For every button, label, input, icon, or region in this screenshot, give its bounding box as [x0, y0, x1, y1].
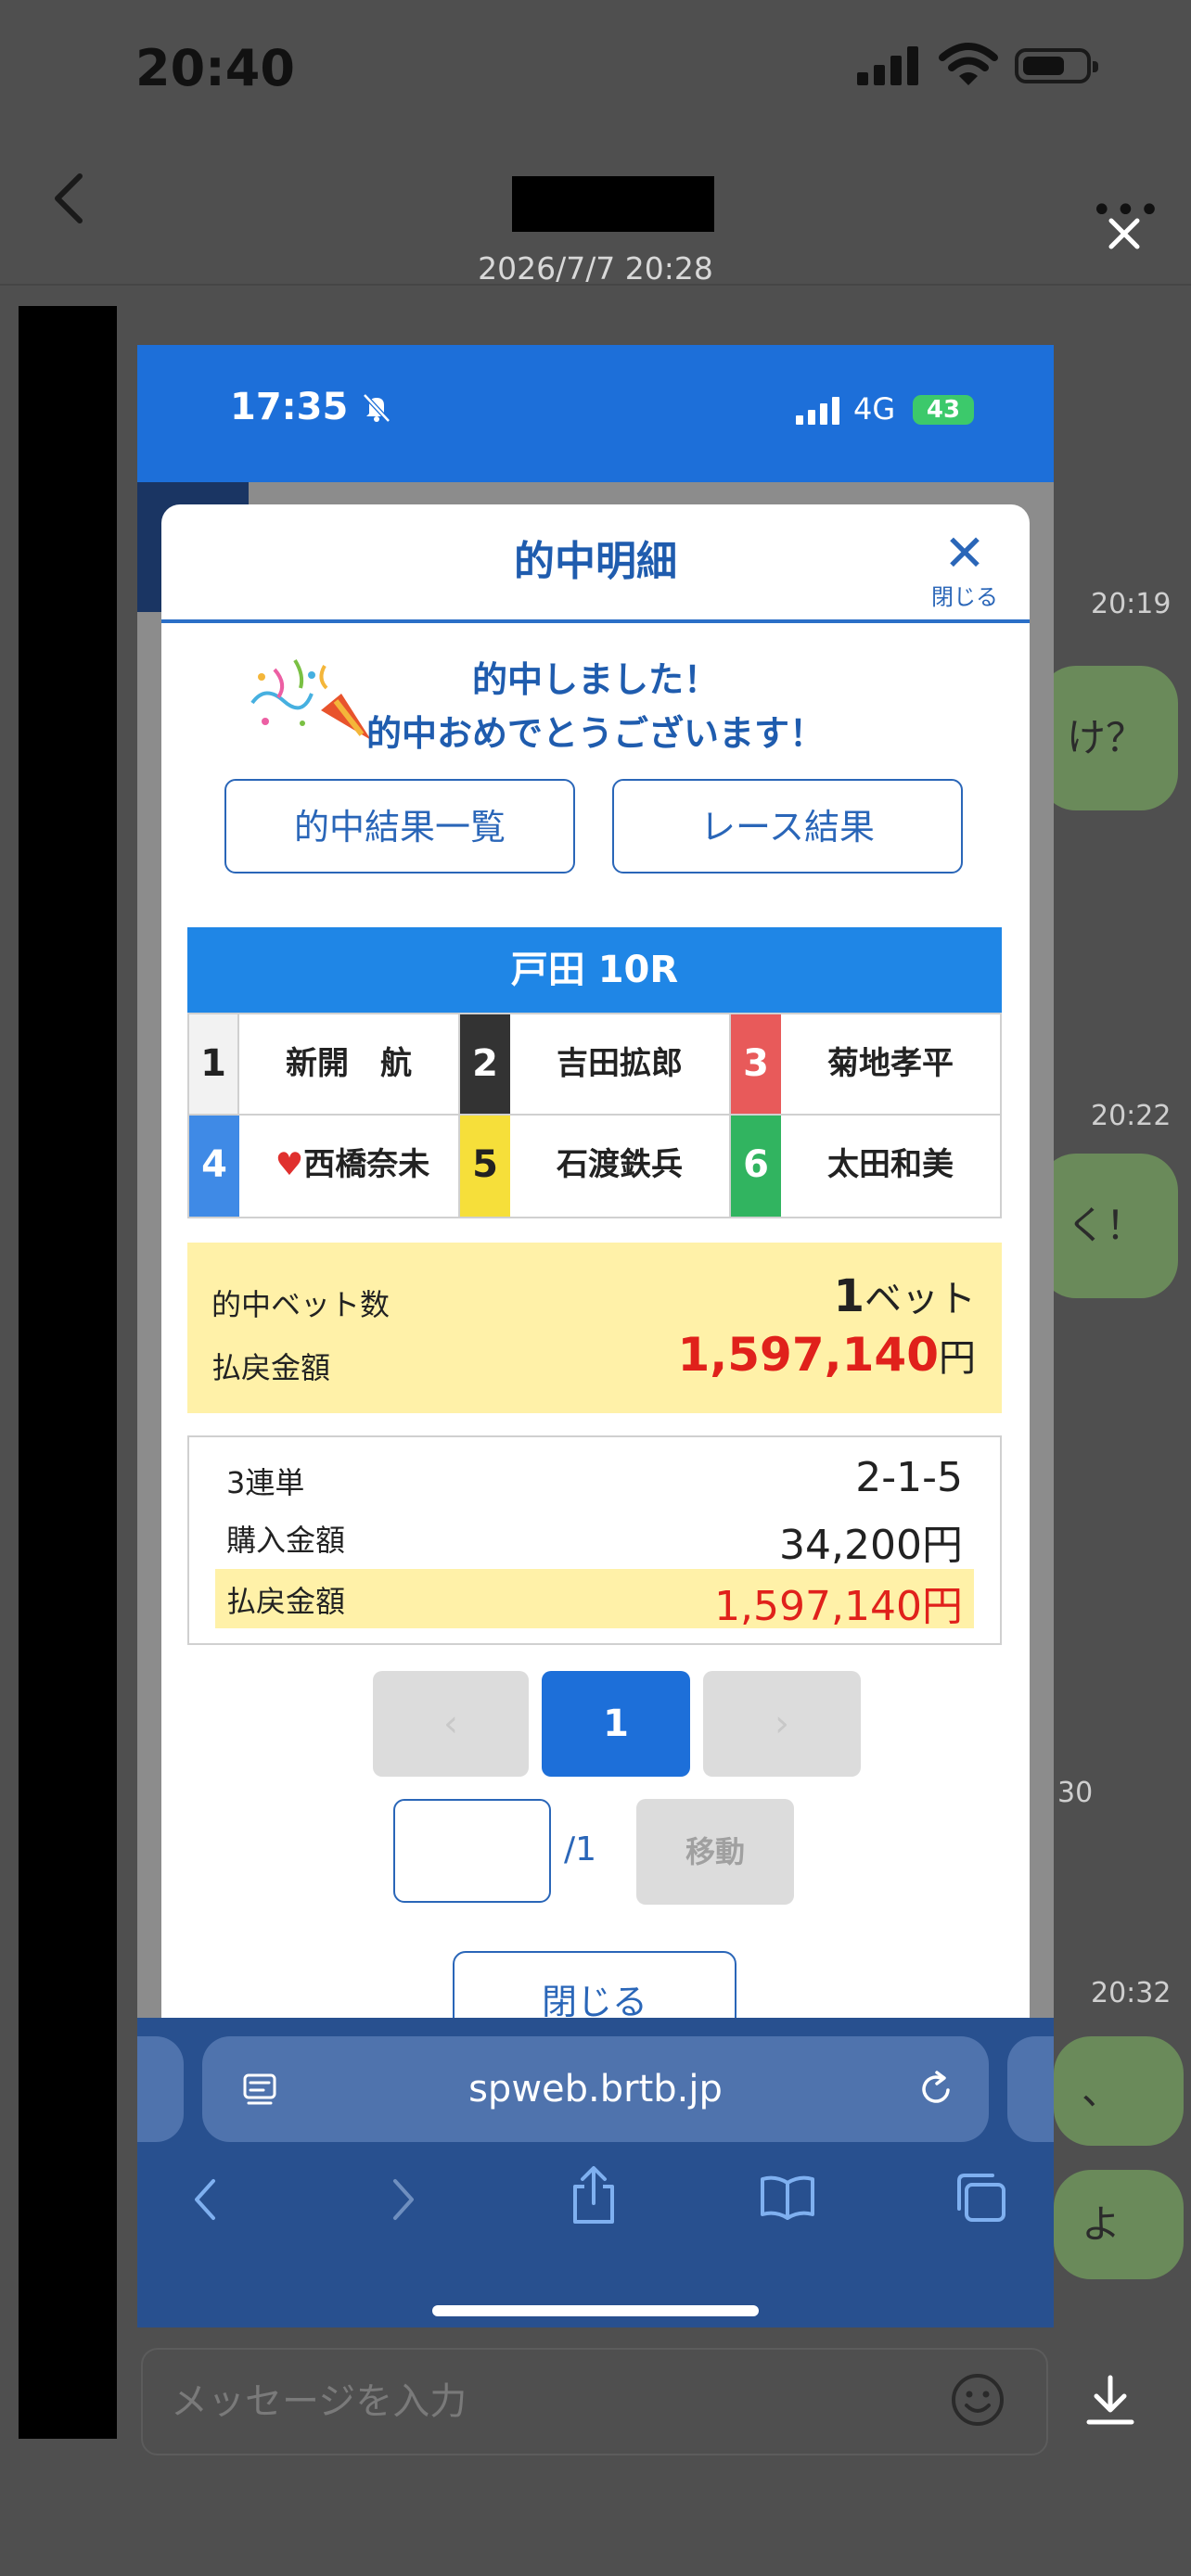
racer-name: 新開 航 [286, 1045, 412, 1082]
chat-time: 20:32 [1091, 1977, 1172, 2009]
message-input[interactable]: メッセージを入力 [141, 2348, 1048, 2455]
url-text: spweb.brtb.jp [468, 2068, 723, 2111]
purchase-label: 購入金額 [226, 1523, 346, 1558]
racer-name: 石渡鉄兵 [557, 1146, 683, 1183]
chat-time: 30 [1057, 1777, 1094, 1809]
hits-label: 的中ベット数 [211, 1287, 391, 1322]
next-page-button[interactable]: › [703, 1671, 861, 1777]
message-placeholder: メッセージを入力 [171, 2380, 467, 2423]
bet-type-label: 3連単 [226, 1465, 305, 1500]
bell-slash-icon [363, 393, 391, 423]
tabs-icon[interactable] [954, 2172, 1007, 2224]
divider [0, 284, 1191, 286]
detail-payout-amount: 1,597,140円 [714, 1583, 963, 1630]
forward-icon[interactable] [390, 2177, 417, 2222]
racer-name: 太田和美 [827, 1146, 954, 1183]
chat-time: 20:22 [1091, 1100, 1172, 1132]
hits-count: 1ベット [834, 1269, 976, 1322]
chat-bubble: 、笑 [1054, 2036, 1184, 2223]
image-timestamp: 2026/7/7 20:28 [478, 250, 713, 287]
total-pages: /1 [564, 1830, 597, 1868]
chat-bubble: よ [1054, 2170, 1184, 2279]
modal-title: 的中明細 [514, 538, 677, 585]
page-number-input[interactable] [393, 1799, 551, 1903]
racer-cell: 5 石渡鉄兵 [460, 1116, 731, 1217]
racer-number: 5 [460, 1116, 510, 1217]
payout-unit: 円 [939, 1337, 976, 1380]
next-tab[interactable] [1007, 2036, 1054, 2142]
race-header: 戸田 10R [187, 927, 1002, 1013]
back-icon[interactable] [191, 2177, 219, 2222]
wifi-icon [939, 43, 998, 85]
racer-cell: 4 ♥西橋奈未 [189, 1116, 460, 1217]
racer-name: 西橋奈未 [303, 1146, 430, 1183]
inner-status-time: 17:35 [230, 386, 392, 428]
payout-row: 払戻金額 1,597,140円 [215, 1569, 974, 1630]
payout-value: 1,597,140 [677, 1328, 939, 1382]
chat-bubble: く！ [1039, 1154, 1178, 1298]
payout-amount: 1,597,140円 [677, 1328, 976, 1382]
close-icon: ✕ [943, 524, 986, 582]
chat-time: 20:19 [1091, 588, 1172, 620]
browser-toolbar: spweb.brtb.jp [137, 2018, 1054, 2327]
share-icon[interactable] [568, 2166, 620, 2225]
racer-number: 3 [731, 1014, 781, 1114]
redacted-avatar-column [19, 306, 117, 2439]
back-chevron-icon[interactable] [52, 172, 85, 224]
purchase-amount: 34,200円 [779, 1522, 963, 1569]
modal-close-button[interactable]: ✕ 閉じる [931, 529, 998, 611]
racer-cell: 2 吉田拡郎 [460, 1014, 731, 1116]
congrats-line2: 的中おめでとうございます！ [365, 713, 825, 754]
download-icon[interactable] [1085, 2374, 1135, 2426]
hit-results-list-button[interactable]: 的中結果一覧 [224, 779, 575, 874]
racer-name-favorite: ♥西橋奈未 [239, 1116, 458, 1217]
congrats-line1: 的中しました！ [471, 659, 719, 700]
home-indicator [432, 2305, 759, 2316]
prev-page-button[interactable]: ‹ [373, 1671, 529, 1777]
redacted-name [512, 176, 714, 232]
network-type: 4G [853, 391, 896, 427]
previous-tab[interactable] [137, 2036, 184, 2142]
page-1-button[interactable]: 1 [542, 1671, 690, 1777]
racer-number: 4 [189, 1116, 239, 1217]
race-results-button[interactable]: レース結果 [612, 779, 963, 874]
hit-summary: 的中ベット数 1ベット 払戻金額 1,597,140円 [187, 1243, 1002, 1413]
bet-detail: 3連単 2-1-5 購入金額 34,200円 払戻金額 1,597,140円 [187, 1435, 1002, 1645]
racer-cell: 6 太田和美 [731, 1116, 1000, 1217]
modal-close-label: 閉じる [931, 584, 998, 610]
address-bar[interactable]: spweb.brtb.jp [202, 2036, 989, 2142]
title-underline [161, 619, 1030, 623]
chat-bubble: け？ [1039, 666, 1178, 810]
racer-cell: 3 菊地孝平 [731, 1014, 1000, 1116]
signal-icon [857, 46, 918, 85]
inner-battery-icon: 43 [913, 395, 974, 425]
racer-number: 1 [189, 1014, 239, 1114]
reload-icon[interactable] [916, 2070, 955, 2109]
bookmarks-icon[interactable] [759, 2175, 816, 2220]
hits-number: 1 [833, 1270, 864, 1322]
inner-signal-icon [796, 397, 839, 425]
racer-name: 吉田拡郎 [557, 1045, 683, 1082]
payout-label: 払戻金額 [211, 1350, 331, 1385]
racer-number: 6 [731, 1116, 781, 1217]
heart-icon: ♥ [275, 1146, 304, 1183]
racer-name: 菊地孝平 [827, 1045, 954, 1082]
racer-cell: 1 新開 航 [189, 1014, 460, 1116]
embedded-screenshot[interactable]: 17:35 4G 43 的中明細 ✕ 閉じる 的中しました！ 的中おめでとうござ… [137, 345, 1054, 2327]
racer-grid: 1 新開 航 2 吉田拡郎 3 菊地孝平 4 ♥西橋奈未 5 石渡鉄兵 6 太田… [187, 1013, 1002, 1218]
emoji-icon[interactable] [950, 2372, 1005, 2428]
hits-unit: ベット [864, 1278, 976, 1320]
racer-number: 2 [460, 1014, 510, 1114]
battery-icon [1015, 48, 1098, 83]
status-time: 20:40 [135, 39, 295, 97]
go-to-page-button[interactable]: 移動 [636, 1799, 794, 1905]
close-icon[interactable] [1106, 215, 1143, 252]
detail-payout-label: 払戻金額 [226, 1584, 346, 1619]
bet-combination: 2-1-5 [855, 1454, 963, 1501]
